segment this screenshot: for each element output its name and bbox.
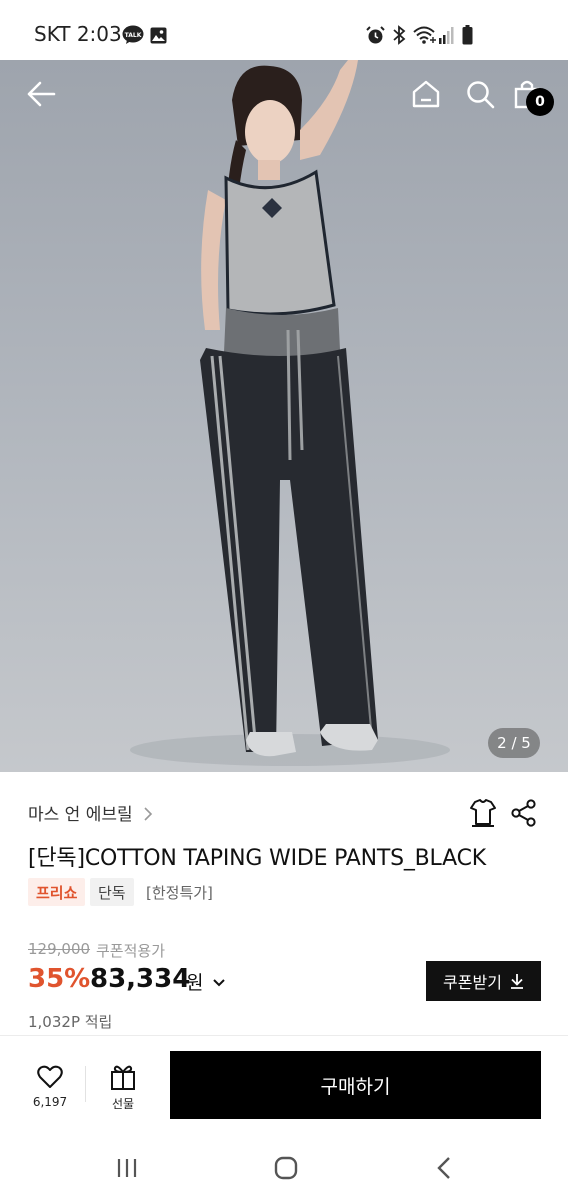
download-icon bbox=[510, 974, 523, 989]
talk-icon: TALK bbox=[122, 25, 144, 44]
currency-label: 원 bbox=[186, 972, 204, 994]
carrier-time: SKT 2:03 bbox=[34, 22, 122, 46]
tag-limited-price: [한정특가] bbox=[146, 883, 213, 902]
price-detail-toggle[interactable]: 원 bbox=[186, 968, 225, 995]
svg-text:TALK: TALK bbox=[125, 32, 142, 39]
model-photo bbox=[130, 60, 450, 766]
divider bbox=[85, 1066, 86, 1102]
gift-label: 선물 bbox=[111, 1097, 135, 1111]
image-counter: 2 / 5 bbox=[488, 728, 540, 758]
search-icon[interactable] bbox=[464, 78, 496, 110]
home-button-icon[interactable] bbox=[274, 1156, 298, 1180]
wifi-icon bbox=[413, 26, 436, 44]
coupon-download-button[interactable]: 쿠폰받기 bbox=[426, 961, 541, 1001]
back-arrow-icon[interactable] bbox=[26, 80, 56, 108]
product-image[interactable]: 2 / 5 bbox=[0, 60, 568, 772]
cart-count-badge: 0 bbox=[526, 88, 554, 116]
brand-link[interactable]: 마스 언 에브릴 bbox=[28, 800, 154, 825]
tag-exclusive: 단독 bbox=[90, 878, 134, 906]
tag-preshow: 프리쇼 bbox=[28, 878, 86, 906]
home-icon[interactable] bbox=[410, 78, 442, 110]
alarm-icon bbox=[366, 26, 385, 44]
gallery-icon bbox=[150, 27, 167, 44]
chevron-down-icon bbox=[212, 979, 225, 987]
signal-icon bbox=[439, 27, 454, 44]
heart-icon[interactable] bbox=[37, 1065, 63, 1089]
status-bar: SKT 2:03 TALK bbox=[0, 0, 568, 60]
product-title: [단독]COTTON TAPING WIDE PANTS_BLACK bbox=[28, 846, 486, 871]
system-nav-bar bbox=[0, 1138, 568, 1200]
original-price: 129,000 bbox=[28, 940, 91, 958]
recents-icon[interactable] bbox=[116, 1158, 138, 1178]
brand-name: 마스 언 에브릴 bbox=[28, 805, 133, 825]
coupon-price-label: 쿠폰적용가 bbox=[96, 942, 166, 960]
battery-icon bbox=[462, 25, 473, 45]
styling-icon[interactable] bbox=[468, 798, 498, 828]
share-icon[interactable] bbox=[510, 799, 538, 827]
like-count: 6,197 bbox=[32, 1095, 68, 1109]
bluetooth-icon bbox=[393, 25, 406, 45]
chevron-right-icon bbox=[144, 807, 153, 821]
discount-rate: 35% bbox=[28, 964, 91, 994]
back-nav-icon[interactable] bbox=[436, 1156, 452, 1180]
divider bbox=[0, 1035, 568, 1036]
buy-button[interactable]: 구매하기 bbox=[170, 1051, 541, 1119]
reward-points: 1,032P 적립 bbox=[28, 1013, 113, 1031]
gift-icon[interactable] bbox=[110, 1063, 136, 1091]
coupon-button-label: 쿠폰받기 bbox=[443, 973, 502, 992]
sale-price: 83,334 bbox=[90, 964, 191, 994]
